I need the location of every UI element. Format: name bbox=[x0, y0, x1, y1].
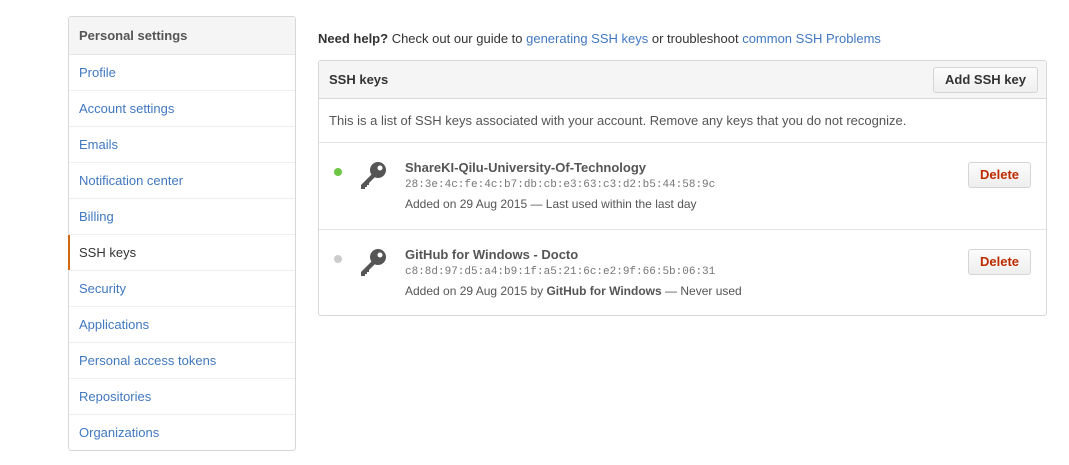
panel-title: SSH keys bbox=[329, 72, 389, 87]
help-text-2: or troubleshoot bbox=[648, 31, 743, 46]
ssh-keys-panel: SSH keys Add SSH key This is a list of S… bbox=[318, 60, 1047, 316]
key-fingerprint: 28:3e:4c:fe:4c:b7:db:cb:e3:63:c3:d2:b5:4… bbox=[405, 179, 716, 191]
sidebar-item-security[interactable]: Security bbox=[69, 271, 295, 307]
sidebar-item-emails[interactable]: Emails bbox=[69, 127, 295, 163]
settings-sidebar: Personal settings Profile Account settin… bbox=[68, 16, 296, 451]
key-icon bbox=[358, 247, 388, 279]
delete-key-button[interactable]: Delete bbox=[968, 249, 1031, 275]
ssh-key-row: GitHub for Windows - Docto c8:8d:97:d5:a… bbox=[319, 230, 1046, 316]
generating-ssh-keys-link[interactable]: generating SSH keys bbox=[526, 31, 648, 46]
key-fingerprint: c8:8d:97:d5:a4:b9:1f:a5:21:6c:e2:9f:66:5… bbox=[405, 266, 716, 278]
key-added-text: Added on 29 Aug 2015 by bbox=[405, 284, 547, 298]
sidebar-header: Personal settings bbox=[69, 17, 295, 55]
add-ssh-key-button[interactable]: Add SSH key bbox=[933, 67, 1038, 93]
key-added-text: Added on 29 Aug 2015 bbox=[405, 197, 528, 211]
panel-description: This is a list of SSH keys associated wi… bbox=[319, 99, 1046, 143]
key-usage-text: — Never used bbox=[661, 284, 742, 298]
key-title: ShareKI-Qilu-University-Of-Technology bbox=[405, 160, 647, 175]
key-icon bbox=[358, 160, 388, 192]
key-meta: Added on 29 Aug 2015 — Last used within … bbox=[405, 197, 697, 211]
sidebar-item-repositories[interactable]: Repositories bbox=[69, 379, 295, 415]
sidebar-item-ssh-keys[interactable]: SSH keys bbox=[68, 235, 295, 271]
delete-key-button[interactable]: Delete bbox=[968, 162, 1031, 188]
help-lead: Need help? bbox=[318, 31, 389, 46]
help-text: Need help? Check out our guide to genera… bbox=[318, 31, 881, 46]
sidebar-item-organizations[interactable]: Organizations bbox=[69, 415, 295, 450]
sidebar-item-personal-access-tokens[interactable]: Personal access tokens bbox=[69, 343, 295, 379]
sidebar-item-profile[interactable]: Profile bbox=[69, 55, 295, 91]
key-added-by: GitHub for Windows bbox=[546, 284, 662, 298]
sidebar-item-account-settings[interactable]: Account settings bbox=[69, 91, 295, 127]
key-usage-text: — Last used within the last day bbox=[527, 197, 697, 211]
common-ssh-problems-link[interactable]: common SSH Problems bbox=[742, 31, 881, 46]
panel-header: SSH keys Add SSH key bbox=[319, 61, 1046, 99]
sidebar-item-billing[interactable]: Billing bbox=[69, 199, 295, 235]
sidebar-item-applications[interactable]: Applications bbox=[69, 307, 295, 343]
sidebar-item-notification-center[interactable]: Notification center bbox=[69, 163, 295, 199]
help-text-1: Check out our guide to bbox=[388, 31, 527, 46]
key-title: GitHub for Windows - Docto bbox=[405, 247, 579, 262]
status-dot-inactive bbox=[334, 255, 342, 263]
key-meta: Added on 29 Aug 2015 by GitHub for Windo… bbox=[405, 284, 742, 298]
status-dot-active bbox=[334, 168, 342, 176]
ssh-key-row: ShareKI-Qilu-University-Of-Technology 28… bbox=[319, 143, 1046, 230]
